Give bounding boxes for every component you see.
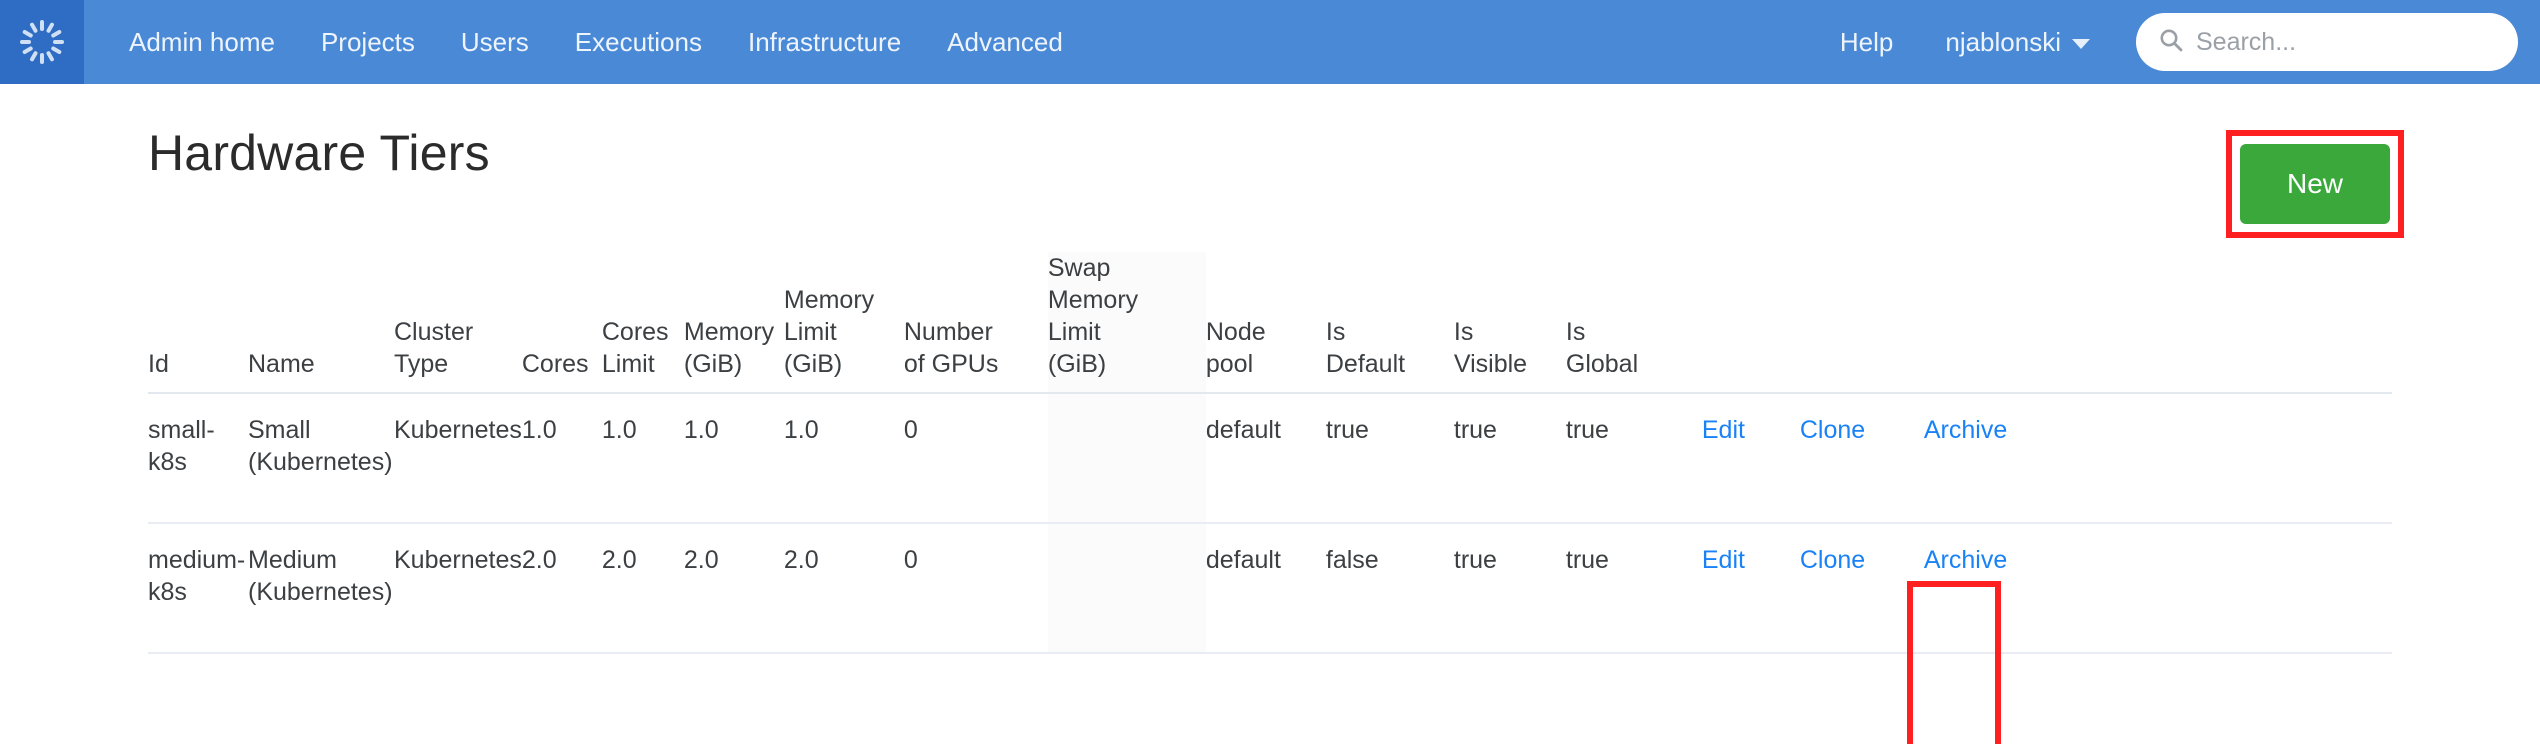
search-box[interactable] <box>2136 13 2518 71</box>
cell-swap-memory-limit-gib <box>1047 523 1206 654</box>
cell-name: Medium (Kubernetes) <box>248 523 394 654</box>
cell-is-default: true <box>1325 393 1454 524</box>
clone-link[interactable]: Clone <box>1800 416 1865 444</box>
search-icon <box>2158 27 2184 58</box>
cell-is-global: true <box>1565 393 1702 524</box>
cell-memory-gib: 1.0 <box>683 393 784 524</box>
primary-nav: Admin home Projects Users Executions Inf… <box>106 0 1086 84</box>
column-header-clone <box>1799 252 1924 394</box>
column-header-name[interactable]: Name <box>248 252 394 394</box>
user-menu-label: njablonski <box>1945 27 2061 57</box>
column-header-memory-limit-gib[interactable]: Memory Limit (GiB) <box>783 252 904 394</box>
column-header-node-pool[interactable]: Node pool <box>1205 252 1326 394</box>
cell-number-of-gpus: 0 <box>903 523 1048 654</box>
hardware-tiers-table-wrap: Id Name Cluster Type Cores Cores Limit M… <box>148 252 2392 654</box>
nav-executions[interactable]: Executions <box>552 0 725 84</box>
cell-number-of-gpus: 0 <box>903 393 1048 524</box>
column-header-cores[interactable]: Cores <box>521 252 602 394</box>
column-header-cores-limit[interactable]: Cores Limit <box>601 252 684 394</box>
nav-help[interactable]: Help <box>1814 0 1919 84</box>
cell-id: medium- k8s <box>148 523 248 654</box>
cell-node-pool: default <box>1205 523 1326 654</box>
column-header-edit <box>1701 252 1800 394</box>
archive-link[interactable]: Archive <box>1924 416 2007 444</box>
cell-cores-limit: 2.0 <box>601 523 684 654</box>
cell-memory-limit-gib: 2.0 <box>783 523 904 654</box>
cell-name: Small (Kubernetes) <box>248 393 394 524</box>
cell-swap-memory-limit-gib <box>1047 393 1206 524</box>
cell-is-default: false <box>1325 523 1454 654</box>
new-button[interactable]: New <box>2240 144 2390 224</box>
new-button-group: New <box>2226 130 2404 238</box>
column-header-swap-memory-limit-gib[interactable]: Swap Memory Limit (GiB) <box>1047 252 1206 394</box>
cell-is-global: true <box>1565 523 1702 654</box>
nav-projects[interactable]: Projects <box>298 0 438 84</box>
nav-admin-home[interactable]: Admin home <box>106 0 298 84</box>
top-navbar: Admin home Projects Users Executions Inf… <box>0 0 2540 84</box>
nav-advanced[interactable]: Advanced <box>924 0 1086 84</box>
table-row: small-k8s Small (Kubernetes) Kubernetes … <box>148 393 2392 524</box>
archive-link[interactable]: Archive <box>1924 546 2007 574</box>
column-header-number-of-gpus[interactable]: Number of GPUs <box>903 252 1048 394</box>
domino-pinwheel-logo-icon <box>16 16 68 68</box>
column-header-cluster-type[interactable]: Cluster Type <box>394 252 522 394</box>
column-header-memory-gib[interactable]: Memory (GiB) <box>683 252 784 394</box>
table-header: Id Name Cluster Type Cores Cores Limit M… <box>148 252 2392 394</box>
cell-cluster-type: Kubernetes <box>394 523 522 654</box>
column-header-id[interactable]: Id <box>148 252 248 394</box>
column-header-is-visible[interactable]: Is Visible <box>1453 252 1566 394</box>
edit-link[interactable]: Edit <box>1702 546 1745 574</box>
column-header-is-default[interactable]: Is Default <box>1325 252 1454 394</box>
page-header: Hardware Tiers New <box>148 84 2404 238</box>
column-header-archive <box>1923 252 2392 394</box>
hardware-tiers-table: Id Name Cluster Type Cores Cores Limit M… <box>148 252 2392 654</box>
cell-id: small-k8s <box>148 393 248 524</box>
cell-cores: 1.0 <box>521 393 602 524</box>
table-header-row: Id Name Cluster Type Cores Cores Limit M… <box>148 252 2392 394</box>
app-logo[interactable] <box>0 0 84 84</box>
table-row: medium- k8s Medium (Kubernetes) Kubernet… <box>148 523 2392 654</box>
page-title: Hardware Tiers <box>148 125 490 181</box>
nav-infrastructure[interactable]: Infrastructure <box>725 0 924 84</box>
search-input[interactable] <box>2196 27 2496 57</box>
cell-memory-gib: 2.0 <box>683 523 784 654</box>
cell-node-pool: default <box>1205 393 1326 524</box>
chevron-down-icon <box>2072 39 2090 50</box>
column-header-is-global[interactable]: Is Global <box>1565 252 1702 394</box>
nav-right-group: Help njablonski <box>1814 0 2540 84</box>
table-body: small-k8s Small (Kubernetes) Kubernetes … <box>148 393 2392 654</box>
edit-link[interactable]: Edit <box>1702 416 1745 444</box>
cell-cluster-type: Kubernetes <box>394 393 522 524</box>
cell-cores: 2.0 <box>521 523 602 654</box>
page-content: Hardware Tiers New Id Name Cluster Type … <box>0 84 2540 744</box>
nav-users[interactable]: Users <box>438 0 552 84</box>
cell-is-visible: true <box>1453 523 1566 654</box>
clone-link[interactable]: Clone <box>1800 546 1865 574</box>
user-menu[interactable]: njablonski <box>1919 0 2116 84</box>
cell-is-visible: true <box>1453 393 1566 524</box>
cell-memory-limit-gib: 1.0 <box>783 393 904 524</box>
cell-cores-limit: 1.0 <box>601 393 684 524</box>
